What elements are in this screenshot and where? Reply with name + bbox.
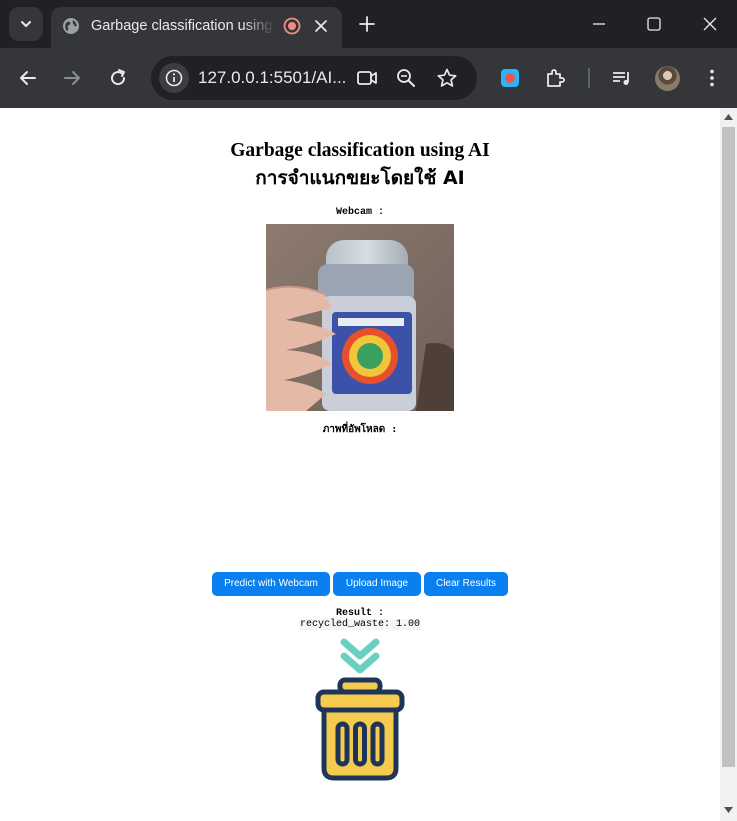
scroll-thumb[interactable] — [722, 127, 735, 767]
reload-icon[interactable] — [107, 67, 129, 89]
scroll-up-arrow[interactable] — [720, 108, 737, 125]
browser-toolbar: 127.0.0.1:5501/AI... — [0, 48, 737, 108]
recording-icon — [283, 17, 301, 35]
extension-record-icon[interactable] — [499, 67, 521, 89]
chevron-down-icon — [21, 21, 31, 27]
window-close-icon[interactable] — [700, 14, 720, 34]
new-tab-icon[interactable] — [357, 14, 377, 34]
globe-icon — [63, 18, 79, 34]
more-icon[interactable] — [701, 67, 723, 89]
triangle-up-icon — [724, 113, 733, 120]
media-control-icon[interactable] — [611, 67, 633, 89]
puzzle-icon[interactable] — [544, 67, 566, 89]
tab-strip: Garbage classification using AI — [0, 0, 737, 48]
result-label: Result : — [335, 608, 384, 619]
back-icon[interactable] — [17, 67, 39, 89]
maximize-icon[interactable] — [644, 14, 664, 34]
active-tab[interactable]: Garbage classification using AI — [51, 7, 342, 48]
page-title-th: การจำแนกขยะโดยใช้ AI — [255, 167, 465, 189]
result-value: recycled_waste: 1.00 — [299, 619, 421, 630]
webcam-video — [266, 224, 454, 411]
tab-title: Garbage classification using AI — [91, 18, 275, 34]
page-scrollbar[interactable] — [720, 108, 737, 821]
address-bar[interactable]: 127.0.0.1:5501/AI... — [151, 56, 477, 100]
site-info-button[interactable] — [159, 63, 189, 93]
webcam-label: Webcam : — [335, 207, 384, 218]
page-title-en: Garbage classification using AI — [230, 140, 490, 161]
forward-icon[interactable] — [61, 67, 83, 89]
star-icon[interactable] — [436, 67, 458, 89]
close-tab-icon[interactable] — [311, 16, 331, 36]
trash-bin-icon — [315, 638, 405, 781]
info-icon — [165, 69, 183, 87]
clear-results-button[interactable]: Clear Results — [424, 572, 508, 596]
camera-icon[interactable] — [356, 67, 378, 89]
minimize-icon[interactable] — [589, 14, 609, 34]
avatar[interactable] — [655, 66, 680, 91]
double-chevron-down-icon — [340, 638, 380, 674]
zoom-icon[interactable] — [395, 67, 417, 89]
webcam-feed-image — [266, 224, 454, 411]
predict-webcam-button[interactable]: Predict with Webcam — [212, 572, 330, 596]
page-viewport: Garbage classification using AI การจำแนก… — [0, 108, 720, 821]
uploaded-image-label: ภาพที่อัพโหลด : — [322, 424, 398, 435]
toolbar-divider — [588, 68, 590, 88]
tab-search-button[interactable] — [9, 7, 43, 41]
triangle-down-icon — [724, 806, 733, 813]
upload-image-button[interactable]: Upload Image — [333, 572, 421, 596]
url-text: 127.0.0.1:5501/AI... — [198, 68, 347, 87]
scroll-down-arrow[interactable] — [720, 801, 737, 818]
